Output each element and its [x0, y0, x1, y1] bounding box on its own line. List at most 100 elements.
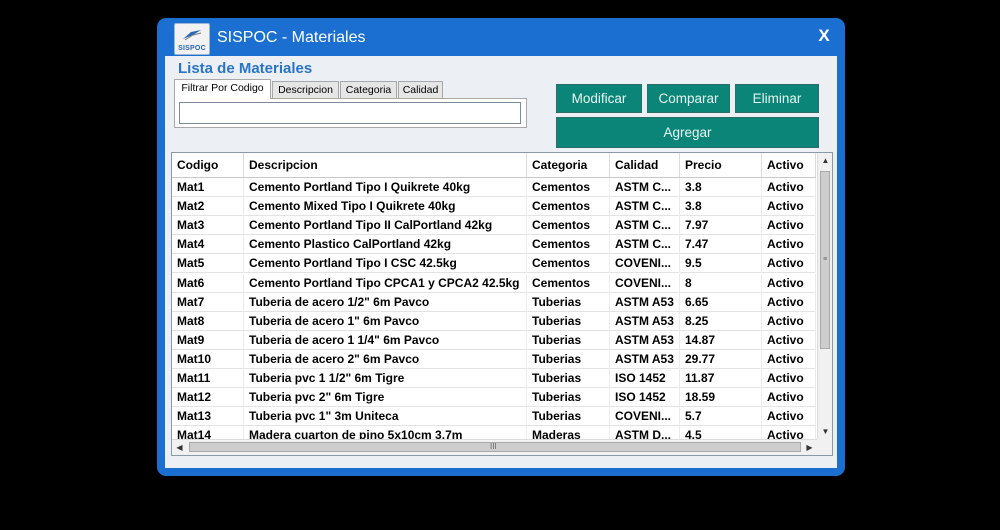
delete-button[interactable]: Eliminar: [735, 84, 819, 113]
table-cell: Activo: [762, 274, 816, 293]
table-cell: ASTM C...: [610, 197, 680, 216]
modify-button[interactable]: Modificar: [556, 84, 642, 113]
scroll-right-icon[interactable]: ▶: [802, 440, 817, 455]
table-cell: 29.77: [680, 350, 762, 369]
filter-code-input[interactable]: [179, 102, 521, 124]
table-cell: Mat9: [172, 331, 244, 350]
table-row[interactable]: Mat2 Cemento Mixed Tipo I Quikrete 40kg Ce…: [172, 197, 816, 216]
table-cell: Cemento Portland Tipo I Quikrete 40kg: [244, 178, 527, 197]
table-cell: Activo: [762, 331, 816, 350]
table-row[interactable]: Mat11 Tuberia pvc 1 1/2" 6m Tigre Tuberias…: [172, 369, 816, 388]
table-row[interactable]: Mat9 Tuberia de acero 1 1/4" 6m Pavco Tube…: [172, 331, 816, 350]
column-header-price[interactable]: Precio: [680, 153, 762, 177]
client-area: Lista de Materiales Filtrar Por Codigo D…: [165, 56, 837, 468]
table-cell: Tuberia pvc 1 1/2" 6m Tigre: [244, 369, 527, 388]
scrollbar-corner: [817, 439, 832, 455]
tab-description[interactable]: Descripcion: [272, 81, 339, 98]
table-cell: Mat7: [172, 293, 244, 312]
table-cell: ISO 1452: [610, 388, 680, 407]
table-cell: Mat10: [172, 350, 244, 369]
column-header-code[interactable]: Codigo: [172, 153, 244, 177]
table-cell: Activo: [762, 254, 816, 273]
table-cell: Tuberia de acero 1/2" 6m Pavco: [244, 293, 527, 312]
scroll-up-icon[interactable]: ▲: [818, 153, 832, 168]
tab-quality[interactable]: Calidad: [398, 81, 443, 98]
table-row[interactable]: Mat13 Tuberia pvc 1" 3m Uniteca Tuberias CO…: [172, 407, 816, 426]
scroll-down-icon[interactable]: ▼: [818, 424, 832, 439]
compare-button[interactable]: Comparar: [647, 84, 730, 113]
table-row[interactable]: Mat10 Tuberia de acero 2" 6m Pavco Tuberia…: [172, 350, 816, 369]
horizontal-scrollbar[interactable]: ◀ III ▶: [172, 439, 817, 455]
table-row[interactable]: Mat6 Cemento Portland Tipo CPCA1 y CPCA2 …: [172, 274, 816, 293]
list-heading: Lista de Materiales: [178, 60, 313, 77]
table-cell: Cemento Portland Tipo II CalPortland 42k…: [244, 216, 527, 235]
column-header-active[interactable]: Activo: [762, 153, 816, 177]
table-cell: Mat14: [172, 426, 244, 439]
table-cell: Activo: [762, 293, 816, 312]
table-cell: Maderas: [527, 426, 610, 439]
table-cell: Cementos: [527, 254, 610, 273]
table-row[interactable]: Mat1 Cemento Portland Tipo I Quikrete 40k…: [172, 178, 816, 197]
table-cell: Mat11: [172, 369, 244, 388]
table-cell: ASTM C...: [610, 216, 680, 235]
table-row[interactable]: Mat5 Cemento Portland Tipo I CSC 42.5kg Ce…: [172, 254, 816, 273]
table-cell: Tuberias: [527, 369, 610, 388]
table-cell: 18.59: [680, 388, 762, 407]
table-cell: Mat2: [172, 197, 244, 216]
table-cell: Activo: [762, 426, 816, 439]
table-cell: Tuberia de acero 1 1/4" 6m Pavco: [244, 331, 527, 350]
table-row[interactable]: Mat12 Tuberia pvc 2" 6m Tigre Tuberias ISO …: [172, 388, 816, 407]
table-cell: Tuberias: [527, 312, 610, 331]
tab-category[interactable]: Categoria: [340, 81, 397, 98]
table-cell: Cementos: [527, 197, 610, 216]
grip-icon: ≡: [823, 256, 828, 263]
table-cell: Mat12: [172, 388, 244, 407]
table-cell: Cemento Portland Tipo I CSC 42.5kg: [244, 254, 527, 273]
close-button[interactable]: X: [809, 23, 839, 49]
grid-header: Codigo Descripcion Categoria Calidad Pre…: [172, 153, 816, 178]
add-button[interactable]: Agregar: [556, 117, 819, 148]
table-cell: Mat5: [172, 254, 244, 273]
table-cell: COVENI...: [610, 254, 680, 273]
table-row[interactable]: Mat8 Tuberia de acero 1" 6m Pavco Tuberias…: [172, 312, 816, 331]
table-cell: Mat3: [172, 216, 244, 235]
table-cell: 11.87: [680, 369, 762, 388]
app-logo-icon: SISPOC: [174, 23, 210, 55]
table-row[interactable]: Mat7 Tuberia de acero 1/2" 6m Pavco Tuberi…: [172, 293, 816, 312]
scroll-left-icon[interactable]: ◀: [172, 440, 187, 455]
table-cell: ASTM A53: [610, 293, 680, 312]
table-cell: Mat8: [172, 312, 244, 331]
table-cell: Mat1: [172, 178, 244, 197]
table-cell: Tuberias: [527, 407, 610, 426]
table-cell: ASTM D...: [610, 426, 680, 439]
table-cell: ASTM C...: [610, 178, 680, 197]
table-cell: Tuberia pvc 2" 6m Tigre: [244, 388, 527, 407]
table-cell: 5.7: [680, 407, 762, 426]
table-cell: Activo: [762, 388, 816, 407]
horizontal-scroll-thumb[interactable]: III: [189, 442, 801, 452]
table-cell: 6.65: [680, 293, 762, 312]
table-cell: Mat4: [172, 235, 244, 254]
table-cell: Activo: [762, 216, 816, 235]
column-header-quality[interactable]: Calidad: [610, 153, 680, 177]
table-cell: 7.97: [680, 216, 762, 235]
column-header-description[interactable]: Descripcion: [244, 153, 527, 177]
title-bar[interactable]: SISPOC SISPOC - Materiales X: [157, 18, 845, 56]
table-cell: Cementos: [527, 274, 610, 293]
tab-filter-by-code[interactable]: Filtrar Por Codigo: [174, 79, 271, 99]
table-cell: Cementos: [527, 235, 610, 254]
table-row[interactable]: Mat4 Cemento Plastico CalPortland 42kg Cem…: [172, 235, 816, 254]
vertical-scroll-thumb[interactable]: ≡: [820, 171, 830, 349]
table-row[interactable]: Mat14 Madera cuarton de pino 5x10cm 3.7m M…: [172, 426, 816, 439]
table-cell: ISO 1452: [610, 369, 680, 388]
table-cell: 4.5: [680, 426, 762, 439]
materials-grid[interactable]: Codigo Descripcion Categoria Calidad Pre…: [171, 152, 833, 456]
window-title: SISPOC - Materiales: [217, 29, 366, 46]
vertical-scrollbar[interactable]: ▲ ≡ ▼: [817, 153, 832, 439]
table-cell: 7.47: [680, 235, 762, 254]
table-row[interactable]: Mat3 Cemento Portland Tipo II CalPortland…: [172, 216, 816, 235]
table-cell: 3.8: [680, 197, 762, 216]
table-cell: ASTM A53: [610, 350, 680, 369]
column-header-category[interactable]: Categoria: [527, 153, 610, 177]
table-cell: Activo: [762, 407, 816, 426]
